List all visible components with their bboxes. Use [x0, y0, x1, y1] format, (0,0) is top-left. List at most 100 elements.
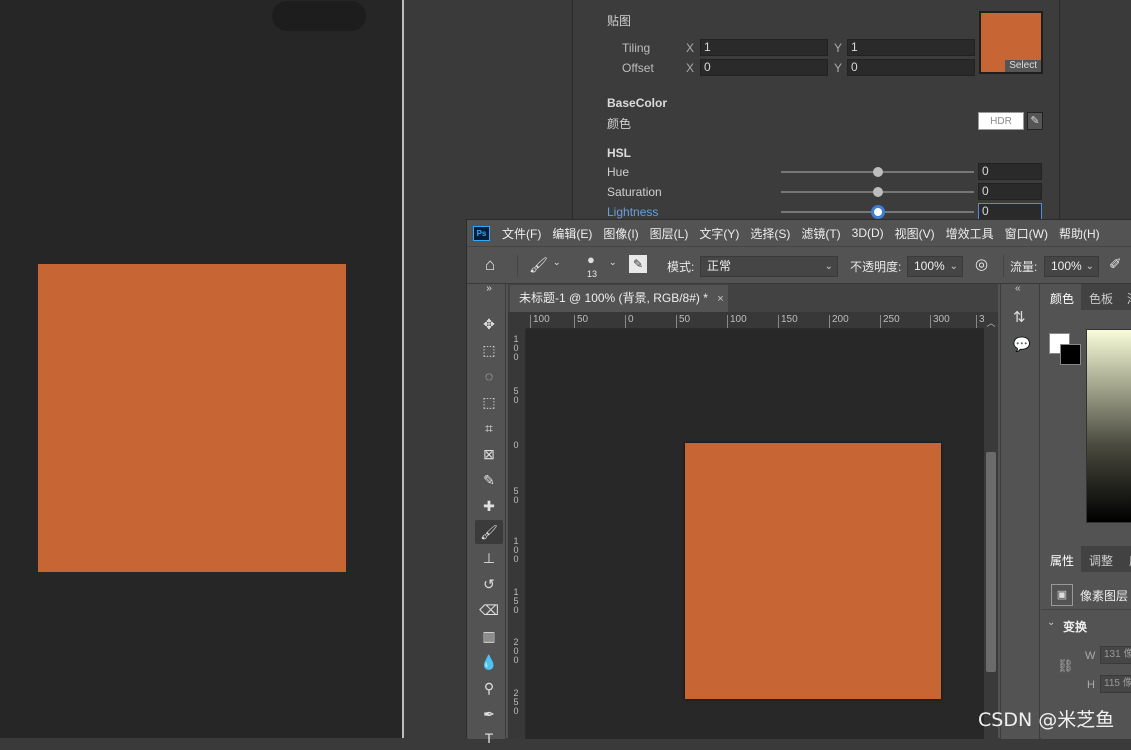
- home-icon[interactable]: ⌂: [485, 255, 495, 275]
- tools-panel: » ✥ ⬚ ◌ ⬚ ⌗ ⊠ ✎ ✚ 🖌 ⊥ ↺ ⌫ ▥ 💧 ⚲ ✒ T: [468, 282, 506, 746]
- color-picker-field[interactable]: [1086, 329, 1131, 523]
- transform-section-header[interactable]: 变换: [1063, 618, 1087, 635]
- hsl-header: HSL: [607, 146, 631, 160]
- expand-toolbar-icon[interactable]: »: [475, 282, 503, 296]
- history-brush-tool-icon[interactable]: ↺: [475, 572, 503, 596]
- menu-plugins[interactable]: 增效工具: [946, 225, 994, 242]
- menu-window[interactable]: 窗口(W): [1005, 225, 1048, 242]
- tab-properties[interactable]: 属性: [1050, 552, 1074, 569]
- link-icon[interactable]: ⛓: [1057, 658, 1074, 674]
- offset-y-label: Y: [834, 61, 843, 75]
- crop-tool-icon[interactable]: ⌗: [475, 416, 503, 440]
- tab-swatches[interactable]: 色板: [1089, 290, 1113, 307]
- canvas-area[interactable]: [527, 330, 982, 739]
- menu-file[interactable]: 文件(F): [502, 225, 541, 242]
- marquee-tool-icon[interactable]: ⬚: [475, 338, 503, 362]
- airbrush-icon[interactable]: ✐: [1109, 255, 1122, 273]
- chevron-down-icon[interactable]: ⌄: [1047, 617, 1055, 628]
- chevron-up-icon[interactable]: ︿: [984, 316, 998, 329]
- hue-slider[interactable]: [781, 167, 974, 177]
- lightness-slider[interactable]: [781, 205, 974, 219]
- frame-tool-icon[interactable]: ⊠: [475, 442, 503, 466]
- vertical-ruler: 1 0 0 5 0 0 5 0 1 0 0 1 5 0 2 0 0 2 5 0: [508, 329, 526, 739]
- saturation-slider[interactable]: [781, 187, 974, 197]
- offset-x-field[interactable]: 0: [700, 59, 828, 76]
- preview-pill-button[interactable]: [272, 1, 366, 31]
- ruler-corner: [508, 312, 526, 329]
- watermark-text: CSDN @米芝鱼: [978, 709, 1115, 731]
- brush-tool-preset-icon[interactable]: 🖌: [529, 256, 548, 274]
- menu-type[interactable]: 文字(Y): [699, 225, 739, 242]
- tiling-y-field[interactable]: 1: [847, 39, 975, 56]
- menu-select[interactable]: 选择(S): [750, 225, 790, 242]
- tiling-x-field[interactable]: 1: [700, 39, 828, 56]
- texture-slot[interactable]: Select: [979, 11, 1043, 74]
- dodge-tool-icon[interactable]: ⚲: [475, 676, 503, 700]
- eyedropper-icon[interactable]: ✎: [1027, 112, 1043, 130]
- ruler-tick: 100: [727, 315, 747, 328]
- close-icon[interactable]: ×: [717, 293, 723, 305]
- comments-panel-icon[interactable]: 💬: [1013, 336, 1030, 353]
- hue-field[interactable]: 0: [978, 163, 1042, 180]
- type-tool-icon[interactable]: T: [475, 726, 503, 750]
- lightness-slider-knob[interactable]: [871, 205, 885, 219]
- ruler-tick: 1 0 0: [513, 536, 519, 564]
- document-canvas[interactable]: [685, 443, 941, 699]
- history-panel-icon[interactable]: ⇅: [1013, 308, 1026, 326]
- hdr-color-field[interactable]: HDR: [978, 112, 1024, 130]
- background-color-swatch[interactable]: [1060, 344, 1081, 365]
- ruler-tick: 1 0 0: [513, 334, 519, 362]
- height-label: H: [1087, 679, 1095, 691]
- pen-tool-icon[interactable]: ✒: [475, 702, 503, 726]
- object-selection-tool-icon[interactable]: ⬚: [475, 390, 503, 414]
- offset-y-field[interactable]: 0: [847, 59, 975, 76]
- tab-adjustments[interactable]: 调整: [1089, 552, 1113, 569]
- menu-layer[interactable]: 图层(L): [650, 225, 689, 242]
- tab-gradients[interactable]: 渐: [1127, 290, 1131, 307]
- brush-picker-chevron-icon[interactable]: ⌄: [609, 257, 617, 268]
- flow-label: 流量:: [1010, 260, 1038, 274]
- scrollbar-thumb[interactable]: [986, 452, 996, 672]
- collapsed-panel-strip: « ⇅ 💬: [1000, 283, 1040, 739]
- hue-slider-knob[interactable]: [873, 167, 883, 177]
- opacity-field[interactable]: 100% ⌄: [907, 256, 963, 277]
- preview-quad: [38, 264, 346, 572]
- photoshop-logo: Ps: [473, 225, 490, 241]
- texture-select-button[interactable]: Select: [1005, 60, 1041, 72]
- eraser-tool-icon[interactable]: ⌫: [475, 598, 503, 622]
- menu-3d[interactable]: 3D(D): [852, 226, 884, 240]
- opacity-label: 不透明度:: [850, 260, 902, 274]
- saturation-field[interactable]: 0: [978, 183, 1042, 200]
- offset-x-label: X: [686, 61, 695, 75]
- menu-help[interactable]: 帮助(H): [1059, 225, 1100, 242]
- width-field[interactable]: 131 像: [1100, 646, 1131, 664]
- menu-edit[interactable]: 编辑(E): [552, 225, 592, 242]
- gradient-tool-icon[interactable]: ▥: [475, 624, 503, 648]
- menu-filter[interactable]: 滤镜(T): [801, 225, 840, 242]
- options-separator: [517, 255, 518, 277]
- pressure-opacity-icon[interactable]: ◎: [975, 255, 988, 273]
- brush-settings-icon[interactable]: ✎: [629, 255, 647, 273]
- lightness-field[interactable]: 0: [978, 203, 1042, 220]
- flow-field[interactable]: 100% ⌄: [1044, 256, 1099, 277]
- menu-image[interactable]: 图像(I): [603, 225, 638, 242]
- vertical-scrollbar[interactable]: ︿: [984, 312, 998, 739]
- healing-brush-tool-icon[interactable]: ✚: [475, 494, 503, 518]
- brush-preview-icon[interactable]: ●: [587, 252, 595, 267]
- lasso-tool-icon[interactable]: ◌: [475, 364, 503, 388]
- chevron-down-icon[interactable]: ⌄: [553, 257, 561, 268]
- clone-stamp-tool-icon[interactable]: ⊥: [475, 546, 503, 570]
- height-field[interactable]: 115 像: [1100, 675, 1131, 693]
- document-tab[interactable]: 未标题-1 @ 100% (背景, RGB/8#) * ×: [510, 285, 728, 312]
- ruler-tick: 0: [513, 440, 519, 450]
- brush-tool-icon[interactable]: 🖌: [475, 520, 503, 544]
- ruler-tick: 200: [829, 315, 849, 328]
- blur-tool-icon[interactable]: 💧: [475, 650, 503, 674]
- mode-select[interactable]: 正常 ⌄: [700, 256, 838, 277]
- collapse-panels-icon[interactable]: «: [1015, 283, 1021, 294]
- tab-color[interactable]: 颜色: [1050, 290, 1074, 307]
- menu-view[interactable]: 视图(V): [895, 225, 935, 242]
- move-tool-icon[interactable]: ✥: [475, 312, 503, 336]
- eyedropper-tool-icon[interactable]: ✎: [475, 468, 503, 492]
- saturation-slider-knob[interactable]: [873, 187, 883, 197]
